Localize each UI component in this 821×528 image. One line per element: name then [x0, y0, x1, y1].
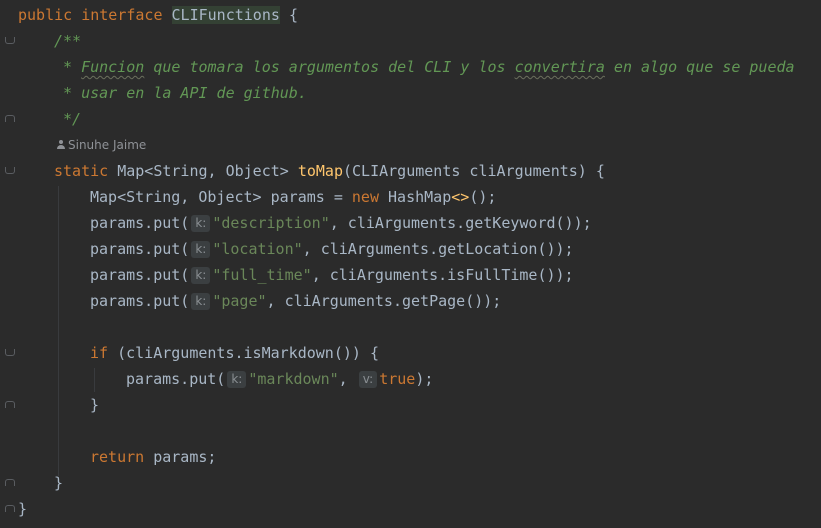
diamond-operator: <>	[451, 188, 470, 206]
doc-comment: que tomara los argumentos del CLI y los	[144, 58, 515, 76]
code-editor[interactable]: public interface CLIFunctions { /** * Fu…	[0, 0, 821, 528]
code-line-2: /**	[54, 28, 81, 54]
code-line-13: params.put(k: "markdown", v: true);	[126, 366, 433, 392]
brace: {	[288, 6, 298, 24]
brace: }	[18, 500, 28, 518]
doc-comment: * usar en la API de github.	[54, 84, 307, 102]
code-text: Map<String, Object>	[108, 162, 298, 180]
spelling-warning[interactable]: convertira	[515, 58, 605, 76]
doc-comment: /**	[54, 32, 82, 50]
code-line-5: */	[54, 106, 81, 132]
fold-marker-icon[interactable]	[5, 401, 15, 408]
inlay-hint: k:	[191, 267, 211, 284]
fold-marker-icon[interactable]	[5, 167, 15, 174]
fold-marker-icon[interactable]	[5, 479, 15, 486]
brace: }	[54, 474, 64, 492]
keyword: public	[18, 6, 73, 24]
code-line-14: }	[90, 392, 99, 418]
author-lens[interactable]: Sinuhe Jaime	[56, 135, 146, 155]
code-text: (CLIArguments cliArguments)	[343, 162, 596, 180]
code-line-10: params.put(k: "full_time", cliArguments.i…	[90, 262, 574, 288]
code-line-1: public interface CLIFunctions {	[18, 2, 298, 28]
code-line-4: * usar en la API de github.	[54, 80, 307, 106]
code-text: params.put(	[90, 292, 190, 310]
keyword: new	[351, 188, 379, 206]
code-text: , cliArguments.getKeyword());	[329, 214, 592, 232]
code-line-7: Map<String, Object> params = new HashMap…	[90, 184, 496, 210]
keyword: interface	[81, 6, 163, 24]
author-name: Sinuhe Jaime	[68, 138, 147, 152]
brace: {	[369, 344, 379, 362]
string-literal: "page"	[212, 292, 267, 310]
code-text: , cliArguments.getPage());	[266, 292, 502, 310]
indent-guide	[94, 368, 95, 392]
inlay-hint: k:	[191, 241, 211, 258]
method-name[interactable]: toMap	[298, 162, 343, 180]
code-line-11: params.put(k: "page", cliArguments.getPag…	[90, 288, 501, 314]
code-text: params;	[144, 448, 217, 466]
code-line-6: static Map<String, Object> toMap(CLIArgu…	[54, 158, 605, 184]
gutter	[0, 0, 16, 528]
fold-marker-icon[interactable]	[5, 37, 15, 44]
string-literal: "location"	[212, 240, 303, 258]
spelling-warning[interactable]: Funcion	[81, 58, 144, 76]
code-text: Map<String, Object> params =	[90, 188, 352, 206]
string-literal: "full_time"	[212, 266, 312, 284]
keyword: true	[379, 370, 416, 388]
code-text: ,	[338, 370, 357, 388]
code-text: , cliArguments.getLocation());	[302, 240, 574, 258]
doc-comment: */	[54, 110, 82, 128]
fold-marker-icon[interactable]	[5, 115, 15, 122]
code-line-8: params.put(k: "description", cliArguments…	[90, 210, 592, 236]
string-literal: "description"	[212, 214, 330, 232]
inlay-hint: k:	[227, 371, 247, 388]
code-text: );	[415, 370, 434, 388]
fold-marker-icon[interactable]	[5, 349, 15, 356]
string-literal: "markdown"	[248, 370, 339, 388]
code-line-9: params.put(k: "location", cliArguments.ge…	[90, 236, 574, 262]
doc-comment: *	[54, 58, 82, 76]
code-line-17: }	[18, 496, 27, 522]
fold-marker-icon[interactable]	[5, 505, 15, 512]
inlay-hint: v:	[358, 371, 378, 388]
code-text: HashMap	[379, 188, 452, 206]
code-text: params.put(	[90, 266, 190, 284]
keyword: static	[54, 162, 109, 180]
brace: }	[90, 396, 100, 414]
keyword: return	[90, 448, 145, 466]
code-line-3: * Funcion que tomara los argumentos del …	[54, 54, 795, 80]
keyword: if	[90, 344, 109, 362]
person-icon	[56, 140, 66, 150]
code-text: params.put(	[90, 214, 190, 232]
code-text: ();	[469, 188, 497, 206]
code-line-16: }	[54, 470, 63, 496]
code-line-12: if (cliArguments.isMarkdown()) {	[90, 340, 379, 366]
brace: {	[595, 162, 605, 180]
interface-name[interactable]: CLIFunctions	[171, 6, 280, 24]
doc-comment: en algo que se pueda	[604, 58, 795, 76]
code-text: params.put(	[126, 370, 226, 388]
inlay-hint: k:	[191, 215, 211, 232]
indent-guide	[58, 186, 59, 476]
code-text: (cliArguments.isMarkdown())	[108, 344, 370, 362]
code-text: params.put(	[90, 240, 190, 258]
code-line-15: return params;	[90, 444, 216, 470]
inlay-hint: k:	[191, 293, 211, 310]
code-text: , cliArguments.isFullTime());	[311, 266, 574, 284]
